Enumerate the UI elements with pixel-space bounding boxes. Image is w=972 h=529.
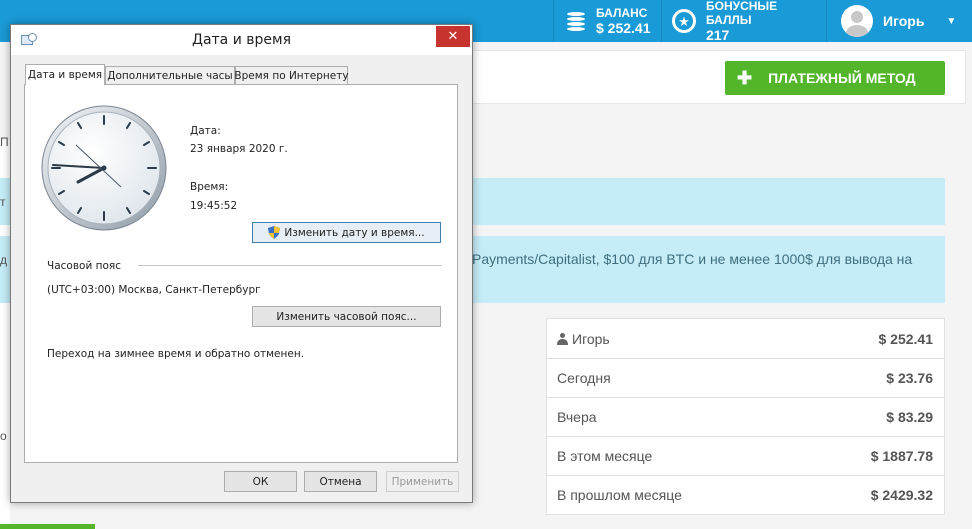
time-value: 19:45:52 bbox=[190, 200, 238, 212]
balance-widget[interactable]: БАЛАНС $ 252.41 bbox=[553, 0, 661, 42]
row-value: $ 1887.78 bbox=[870, 448, 933, 464]
user-name: Игорь bbox=[883, 13, 925, 29]
coins-icon bbox=[562, 7, 590, 35]
green-accent-bar bbox=[0, 524, 95, 529]
plus-icon: ✚ bbox=[737, 67, 753, 88]
table-row: В прошлом месяце $ 2429.32 bbox=[547, 475, 944, 514]
bonus-label: БОНУСНЫЕ БАЛЛЫ bbox=[705, 0, 778, 27]
balance-value: $ 252.41 bbox=[596, 20, 651, 36]
table-row: Игорь $ 252.41 bbox=[547, 319, 944, 358]
edge-text: о bbox=[0, 429, 7, 443]
tab-internet-time[interactable]: Время по Интернету bbox=[234, 66, 349, 85]
dst-note: Переход на зимнее время и обратно отмене… bbox=[47, 348, 305, 360]
star-icon: ★ bbox=[672, 9, 696, 33]
chevron-down-icon: ▼ bbox=[946, 15, 957, 27]
apply-button[interactable]: Применить bbox=[386, 471, 459, 492]
date-value: 23 января 2020 г. bbox=[190, 143, 288, 155]
row-value: $ 83.29 bbox=[886, 409, 933, 425]
earnings-table: Игорь $ 252.41 Сегодня $ 23.76 Вчера $ 8… bbox=[546, 318, 945, 515]
edge-text: д bbox=[0, 253, 8, 267]
notice-text: Payments/Capitalist, $100 для BTC и не м… bbox=[472, 251, 913, 267]
date-label: Дата: bbox=[190, 125, 221, 137]
avatar bbox=[841, 5, 873, 37]
row-value: $ 252.41 bbox=[878, 330, 934, 347]
row-label: Вчера bbox=[557, 409, 597, 425]
edge-text: П bbox=[0, 135, 9, 149]
tab-panel: Дата: 23 января 2020 г. Время: 19:45:52 … bbox=[24, 84, 458, 463]
table-row: Сегодня $ 23.76 bbox=[547, 358, 944, 397]
timezone-value: (UTC+03:00) Москва, Санкт-Петербург bbox=[47, 284, 261, 296]
bonus-value: 217 bbox=[705, 27, 730, 43]
bonus-widget[interactable]: ★ БОНУСНЫЕ БАЛЛЫ 217 bbox=[661, 0, 826, 43]
divider bbox=[138, 265, 442, 266]
table-row: В этом месяце $ 1887.78 bbox=[547, 436, 944, 475]
payment-method-label: ПЛАТЕЖНЫЙ МЕТОД bbox=[768, 70, 916, 86]
datetime-dialog: Дата и время ✕ Дата и время Дополнительн… bbox=[10, 24, 473, 503]
tab-additional-clocks[interactable]: Дополнительные часы bbox=[105, 66, 235, 85]
uac-shield-icon bbox=[268, 226, 281, 239]
tab-date-time[interactable]: Дата и время bbox=[25, 64, 105, 85]
change-timezone-button[interactable]: Изменить часовой пояс... bbox=[252, 306, 441, 327]
row-value: $ 2429.32 bbox=[870, 487, 933, 503]
balance-label: БАЛАНС bbox=[596, 6, 648, 20]
analog-clock bbox=[41, 105, 167, 231]
row-label: Игорь bbox=[572, 330, 610, 347]
user-icon bbox=[557, 332, 568, 345]
row-value: $ 23.76 bbox=[886, 370, 933, 386]
change-datetime-label: Изменить дату и время... bbox=[284, 226, 425, 239]
change-datetime-button[interactable]: Изменить дату и время... bbox=[252, 222, 441, 243]
close-icon: ✕ bbox=[447, 29, 459, 44]
row-label: В прошлом месяце bbox=[557, 487, 682, 503]
dialog-titlebar[interactable]: Дата и время ✕ bbox=[11, 25, 472, 55]
user-menu[interactable]: Игорь ▼ bbox=[826, 0, 972, 42]
dialog-title: Дата и время bbox=[192, 32, 291, 48]
ok-button[interactable]: ОК bbox=[224, 471, 297, 492]
close-button[interactable]: ✕ bbox=[436, 26, 470, 47]
row-label: Сегодня bbox=[557, 370, 611, 386]
timezone-group-label: Часовой пояс bbox=[47, 260, 121, 272]
edge-text: т bbox=[0, 195, 6, 209]
table-row: Вчера $ 83.29 bbox=[547, 397, 944, 436]
row-label: В этом месяце bbox=[557, 448, 653, 464]
cancel-button[interactable]: Отмена bbox=[304, 471, 377, 492]
time-label: Время: bbox=[190, 181, 229, 193]
payment-method-button[interactable]: ✚ ПЛАТЕЖНЫЙ МЕТОД bbox=[725, 61, 945, 95]
